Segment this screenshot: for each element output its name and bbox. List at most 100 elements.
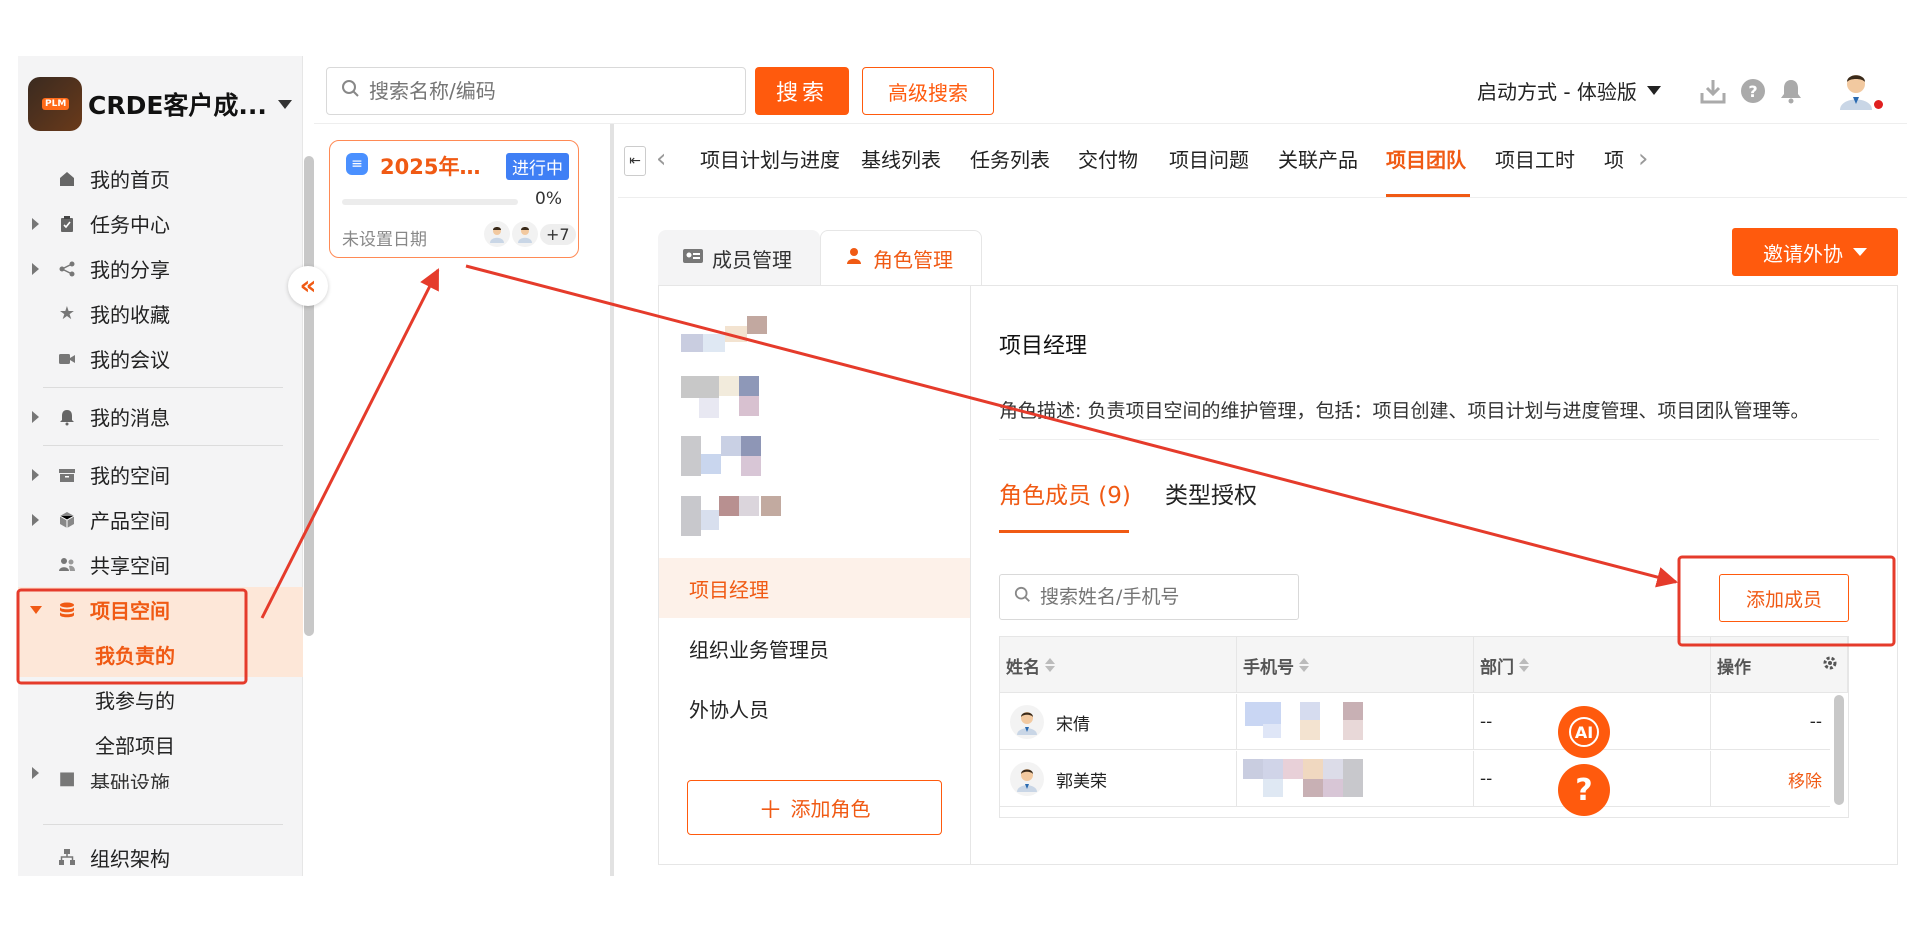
launch-mode-dropdown[interactable]: 启动方式 - 体验版 [1477, 76, 1661, 105]
member-search[interactable] [999, 574, 1299, 620]
global-search[interactable] [326, 67, 746, 115]
app-window: PLM CRDE客户成... 我的首页 任务中心 我的分享 ★ 我的收藏 我的会… [18, 56, 1907, 876]
tab-truncated[interactable]: 项目 [1604, 144, 1624, 173]
expand-arrow-icon[interactable] [32, 410, 39, 423]
add-member-button[interactable]: 添加成员 [1719, 574, 1849, 622]
main-content: ⇤ ‹ 项目计划与进度 基线列表 任务列表 交付物 项目问题 关联产品 项目团队… [618, 124, 1907, 876]
sidebar-item-my-space[interactable]: 我的空间 [18, 452, 303, 497]
column-label: 操作 [1717, 657, 1751, 678]
tab-project-team[interactable]: 项目团队 [1386, 144, 1466, 173]
blurred-phone [1245, 702, 1365, 742]
sort-icon[interactable] [1519, 658, 1529, 672]
expand-arrow-icon[interactable] [32, 217, 39, 230]
sidebar-nav: 我的首页 任务中心 我的分享 ★ 我的收藏 我的会议 我的消息 我的空间 产品空… [18, 156, 303, 789]
tab-work-hours[interactable]: 项目工时 [1495, 144, 1575, 173]
sidebar-item-home[interactable]: 我的首页 [18, 156, 303, 201]
sidebar-subitem-all-projects[interactable]: 全部项目 [18, 722, 303, 767]
toggle-panel-icon[interactable]: ⇤ [624, 146, 646, 176]
blurred-phone [1243, 759, 1365, 799]
tab-deliverables[interactable]: 交付物 [1078, 144, 1138, 173]
column-dept[interactable]: 部门 [1474, 637, 1711, 693]
brand[interactable]: PLM CRDE客户成... [28, 76, 303, 132]
tab-role-members[interactable]: 角色成员 (9) [999, 476, 1131, 510]
notification-bell-icon[interactable] [1776, 76, 1806, 106]
top-bar: 搜索 高级搜索 启动方式 - 体验版 ? [314, 56, 1907, 124]
chevron-down-icon [1646, 86, 1661, 95]
settings-gear-icon[interactable] [1821, 654, 1839, 677]
tab-plan-progress[interactable]: 项目计划与进度 [700, 144, 840, 173]
sidebar-item-messages[interactable]: 我的消息 [18, 394, 303, 439]
expand-arrow-icon[interactable] [32, 767, 39, 779]
subtab-role-management[interactable]: 角色管理 [820, 230, 982, 286]
svg-text:?: ? [1748, 82, 1757, 101]
divider [43, 824, 283, 825]
tab-related-products[interactable]: 关联产品 [1278, 144, 1358, 173]
divider [43, 387, 283, 388]
sidebar-item-product-space[interactable]: 产品空间 [18, 497, 303, 542]
tab-label: 项目 [1604, 148, 1624, 172]
sidebar-item-label: 我的收藏 [90, 303, 170, 327]
project-card[interactable]: ≡ 2025年【... 进行中 0% 未设置日期 +7 [329, 140, 579, 258]
sidebar-item-org-structure[interactable]: 组织架构 [18, 839, 303, 875]
sidebar-item-share[interactable]: 我的分享 [18, 246, 303, 291]
remove-link[interactable]: 移除 [1788, 767, 1822, 792]
column-phone[interactable]: 手机号 [1237, 637, 1474, 693]
search-input[interactable] [369, 79, 719, 103]
user-avatar[interactable] [1834, 68, 1878, 112]
chevron-left-icon[interactable]: ‹ [656, 144, 666, 174]
sidebar-item-shared-space[interactable]: 共享空间 [18, 542, 303, 587]
search-button[interactable]: 搜索 [755, 67, 849, 115]
help-button[interactable]: ? [1558, 764, 1610, 816]
table-scrollbar[interactable] [1834, 695, 1844, 805]
user-role-icon [845, 246, 865, 271]
table-row[interactable]: 郭美荣 -- 移除 [1000, 751, 1830, 807]
role-item-project-manager[interactable]: 项目经理 [659, 558, 970, 618]
sidebar-item-partial[interactable]: ■ 基础设施 [18, 767, 303, 789]
sidebar-scrollbar[interactable] [304, 156, 314, 636]
sidebar-item-label: 基础设施 [90, 771, 170, 789]
sidebar-item-label: 项目空间 [90, 599, 170, 623]
role-list: 项目经理 组织业务管理员 外协人员 ＋ 添加角色 [659, 286, 971, 864]
blurred-avatar [681, 436, 781, 484]
sidebar-item-favorites[interactable]: ★ 我的收藏 [18, 291, 303, 336]
expand-arrow-icon[interactable] [32, 468, 39, 481]
search-icon [1014, 586, 1032, 608]
sidebar-item-label: 我的消息 [90, 406, 170, 430]
advanced-search-button[interactable]: 高级搜索 [862, 67, 994, 115]
subtab-label: 角色管理 [873, 248, 953, 272]
tab-baseline[interactable]: 基线列表 [861, 144, 941, 173]
role-item-org-admin[interactable]: 组织业务管理员 [659, 618, 970, 678]
sidebar-item-tasks[interactable]: 任务中心 [18, 201, 303, 246]
clipboard-icon [56, 213, 78, 235]
subtab-member-management[interactable]: 成员管理 [658, 230, 820, 286]
cell-name: 宋倩 [1000, 694, 1237, 750]
tab-issues[interactable]: 项目问题 [1169, 144, 1249, 173]
sort-icon[interactable] [1299, 658, 1309, 672]
sidebar-item-meetings[interactable]: 我的会议 [18, 336, 303, 381]
column-name[interactable]: 姓名 [1000, 637, 1237, 693]
member-avatars: +7 [484, 221, 576, 247]
collapse-arrow-icon[interactable] [30, 605, 42, 614]
role-description: 角色描述: 负责项目空间的维护管理，包括：项目创建、项目计划与进度管理、项目团队… [999, 400, 1810, 422]
sidebar-subitem-my-responsible[interactable]: 我负责的 [18, 632, 303, 677]
help-icon[interactable]: ? [1738, 76, 1768, 106]
expand-arrow-icon[interactable] [32, 513, 39, 526]
member-search-input[interactable] [1040, 586, 1290, 608]
chevron-right-icon[interactable]: › [1638, 144, 1648, 174]
download-icon[interactable] [1698, 76, 1728, 106]
member-avatar [512, 221, 538, 247]
table-row[interactable]: 宋倩 -- -- [1000, 694, 1830, 750]
sidebar-item-project-space[interactable]: 项目空间 [18, 587, 303, 632]
expand-arrow-icon[interactable] [32, 262, 39, 275]
add-role-button[interactable]: ＋ 添加角色 [687, 780, 942, 835]
sort-icon[interactable] [1045, 658, 1055, 672]
active-tab-indicator [1386, 194, 1470, 197]
users-icon [56, 554, 78, 576]
tab-type-authorization[interactable]: 类型授权 [1165, 476, 1257, 510]
role-item-external[interactable]: 外协人员 [659, 678, 970, 738]
chevron-down-icon[interactable] [278, 99, 292, 109]
sidebar-subitem-participated[interactable]: 我参与的 [18, 677, 303, 722]
invite-external-button[interactable]: 邀请外协 [1732, 228, 1898, 276]
tab-task-list[interactable]: 任务列表 [970, 144, 1050, 173]
ai-assistant-button[interactable]: AI [1558, 706, 1610, 758]
